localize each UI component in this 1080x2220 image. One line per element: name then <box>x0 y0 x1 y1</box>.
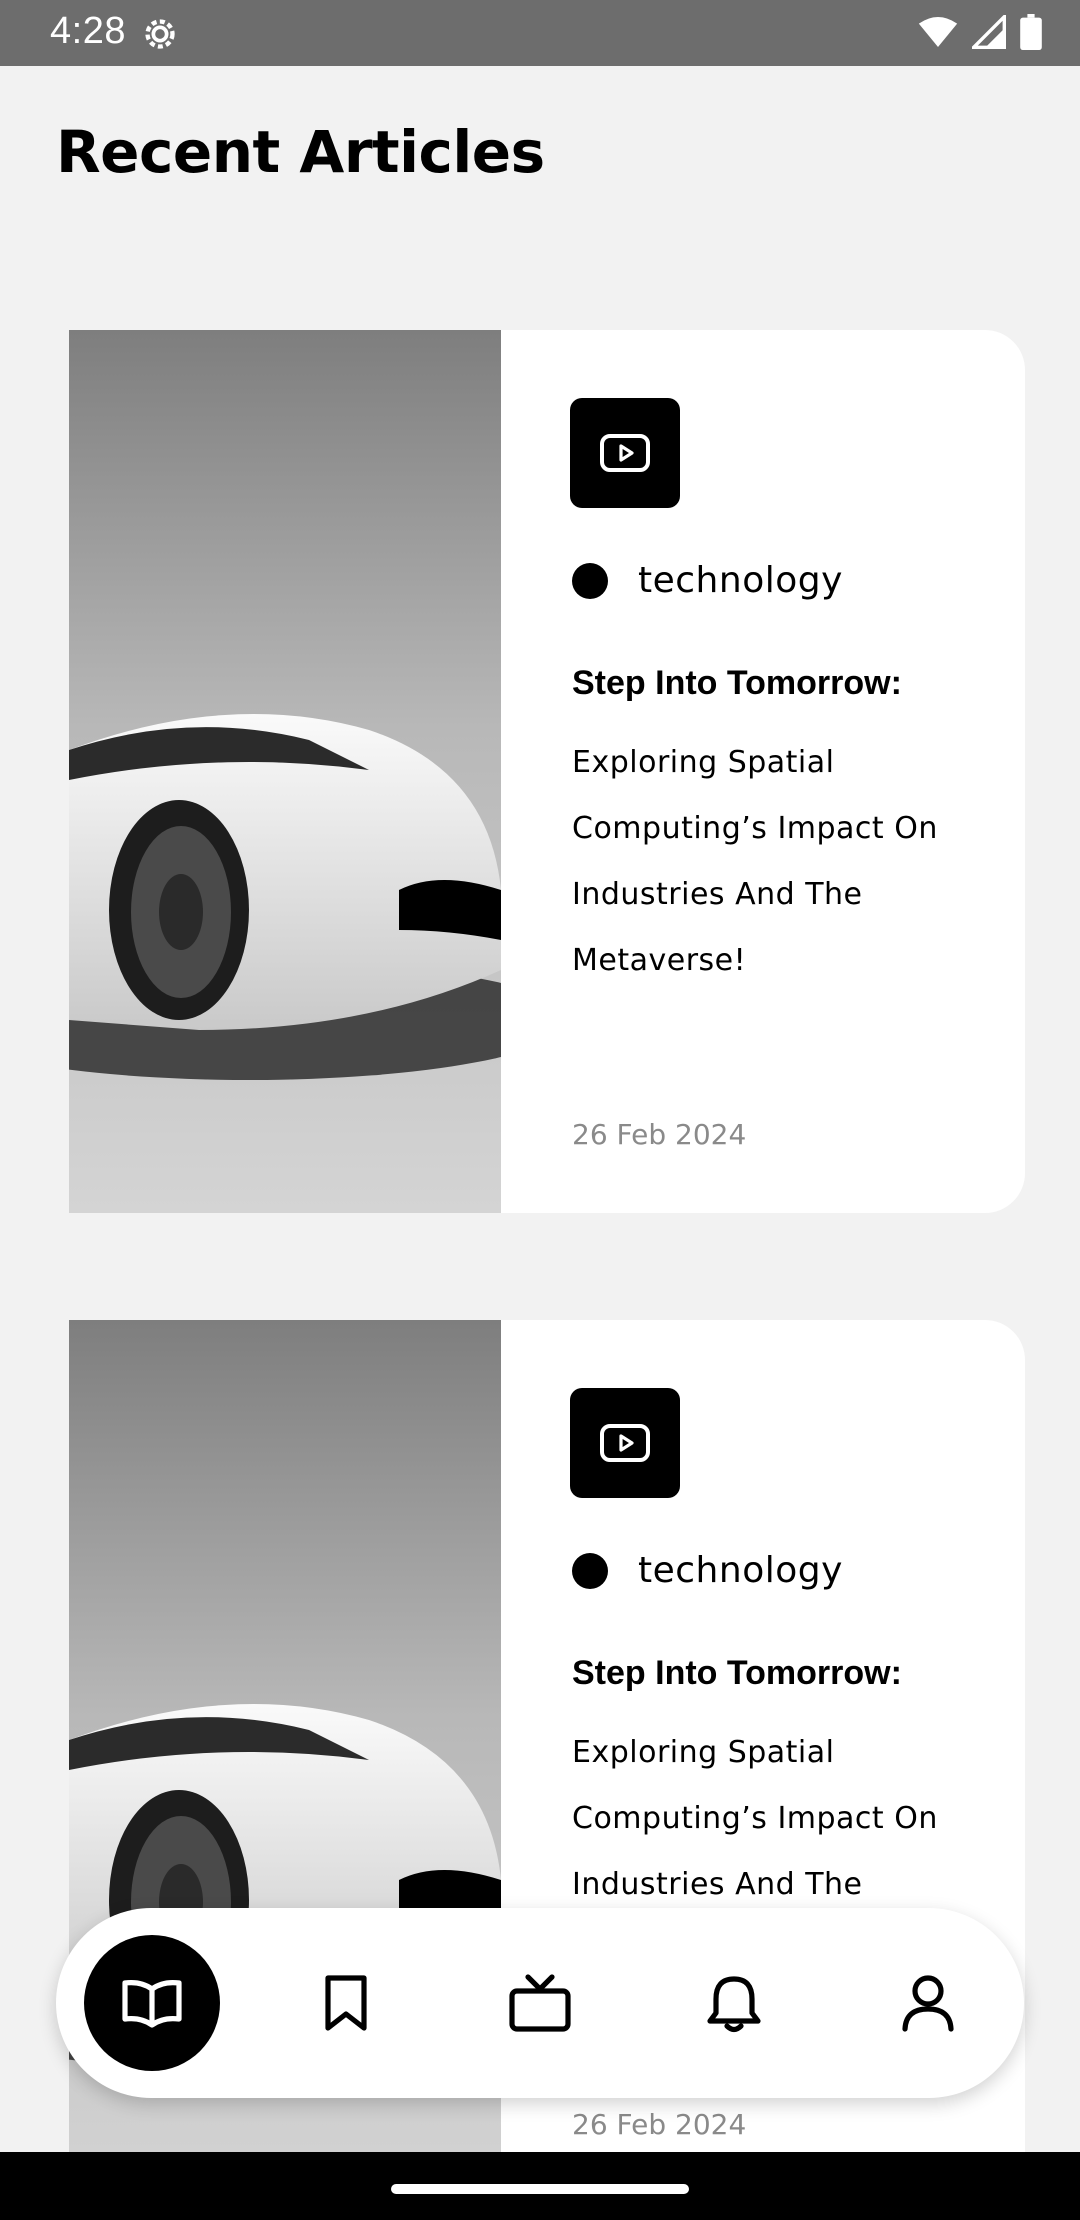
nav-videos[interactable] <box>472 1935 608 2071</box>
category-label: technology <box>638 560 843 601</box>
user-icon <box>902 1975 954 2032</box>
category-tag: technology <box>572 560 843 601</box>
article-card[interactable]: technology Step Into Tomorrow: Exploring… <box>69 330 1025 1213</box>
category-tag: technology <box>572 1550 843 1591</box>
wifi-icon <box>918 15 958 54</box>
status-time: 4:28 <box>50 10 126 52</box>
gear-icon <box>140 14 180 54</box>
article-image <box>69 330 501 1213</box>
signal-icon <box>969 12 1006 54</box>
article-title[interactable]: Step Into Tomorrow: <box>572 1654 972 1693</box>
nav-articles[interactable] <box>84 1935 220 2071</box>
gesture-navigation-area <box>0 2152 1080 2220</box>
video-play-button[interactable] <box>570 1388 680 1498</box>
bookmark-icon <box>325 1975 367 2031</box>
article-title[interactable]: Step Into Tomorrow: <box>572 664 972 703</box>
category-dot-icon <box>572 562 608 599</box>
play-icon <box>600 434 650 472</box>
article-date: 26 Feb 2024 <box>572 2108 747 2141</box>
home-gesture-handle[interactable] <box>391 2184 689 2194</box>
play-icon <box>600 1424 650 1462</box>
category-label: technology <box>638 1550 843 1591</box>
book-open-icon <box>122 1980 182 2028</box>
bottom-navigation <box>56 1908 1024 2098</box>
tv-icon <box>509 1974 571 2032</box>
status-bar: 4:28 <box>0 0 1080 66</box>
article-subtitle: Exploring Spatial Computing’s Impact On … <box>572 745 938 978</box>
category-dot-icon <box>572 1552 608 1589</box>
battery-icon <box>1020 14 1042 55</box>
page-title: Recent Articles <box>56 118 545 186</box>
article-date: 26 Feb 2024 <box>572 1118 747 1151</box>
nav-notifications[interactable] <box>666 1935 802 2071</box>
nav-bookmarks[interactable] <box>278 1935 414 2071</box>
bell-icon <box>707 1976 761 2033</box>
nav-profile[interactable] <box>860 1935 996 2071</box>
video-play-button[interactable] <box>570 398 680 508</box>
status-indicators <box>918 12 1042 55</box>
